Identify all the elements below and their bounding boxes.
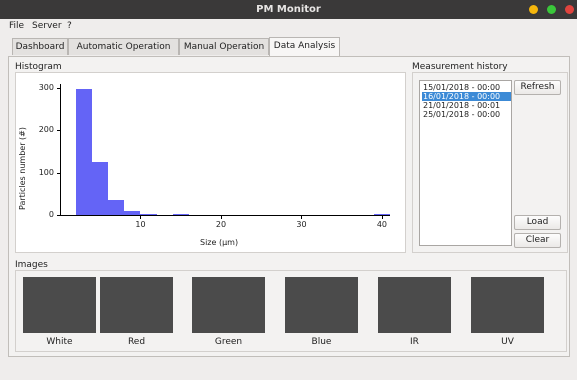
histogram-label: Histogram [15,62,62,72]
y-tick-label: 300 [38,83,54,93]
menu-help[interactable]: ? [67,21,72,31]
x-axis [60,215,390,216]
image-thumbnail-green[interactable] [192,277,265,333]
images-label: Images [15,260,48,270]
image-thumbnail-red[interactable] [100,277,173,333]
x-tick-label: 30 [296,220,307,229]
image-label-green: Green [214,337,243,347]
menu-bar: File Server ? [0,19,577,34]
measurement-history-label: Measurement history [412,62,508,72]
menu-file[interactable]: File [9,21,24,31]
y-tick [57,215,60,216]
image-thumbnail-white[interactable] [23,277,96,333]
histogram-bar [76,89,93,215]
close-button[interactable] [565,5,574,14]
image-thumbnail-uv[interactable] [471,277,544,333]
image-label-uv: UV [501,337,514,347]
x-tick [140,216,142,219]
histogram-chart: Particles number (#) Size (μm) 0 100 200 30… [18,78,400,248]
refresh-button[interactable]: Refresh [514,80,561,95]
measurement-list[interactable]: 15/01/2018 - 00:00 16/01/2018 - 00:00 21… [419,80,512,246]
minimize-button[interactable] [529,5,538,14]
image-label-blue: Blue [311,337,332,347]
histogram-bar [108,200,125,215]
y-tick-label: 0 [48,210,54,219]
histogram-bar [92,162,109,215]
x-tick [381,216,383,219]
image-label-white: White [46,337,73,347]
image-label-ir: IR [410,337,419,347]
tab-dashboard[interactable]: Dashboard [12,38,68,55]
x-tick-label: 10 [135,220,146,229]
y-tick-label: 100 [38,167,54,177]
list-item[interactable]: 21/01/2018 - 00:01 [422,101,511,110]
x-tick-label: 40 [376,220,388,229]
window-title: PM Monitor [256,4,321,15]
image-label-red: Red [127,337,146,347]
list-item[interactable]: 25/01/2018 - 00:00 [422,110,511,119]
x-tick [301,216,303,219]
y-tick [57,130,60,132]
y-tick [57,88,60,90]
maximize-button[interactable] [547,5,556,14]
tab-automatic-operation[interactable]: Automatic Operation [68,38,179,55]
tab-manual-operation[interactable]: Manual Operation [179,38,269,55]
clear-button[interactable]: Clear [514,233,561,248]
y-axis-label: Particles number (#) [18,127,27,210]
y-tick [57,172,60,174]
x-axis-label: Size (μm) [200,238,239,247]
load-button[interactable]: Load [514,215,561,230]
list-item[interactable]: 15/01/2018 - 00:00 [422,83,511,92]
image-thumbnail-blue[interactable] [285,277,358,333]
image-thumbnail-ir[interactable] [378,277,451,333]
list-item-selected[interactable]: 16/01/2018 - 00:00 [422,92,511,101]
x-tick-label: 20 [215,220,227,229]
menu-server[interactable]: Server [32,21,62,31]
x-tick [220,216,222,219]
tab-data-analysis[interactable]: Data Analysis [269,37,340,56]
y-tick-label: 200 [38,125,54,135]
title-bar: PM Monitor [0,0,577,19]
y-axis [60,84,61,216]
